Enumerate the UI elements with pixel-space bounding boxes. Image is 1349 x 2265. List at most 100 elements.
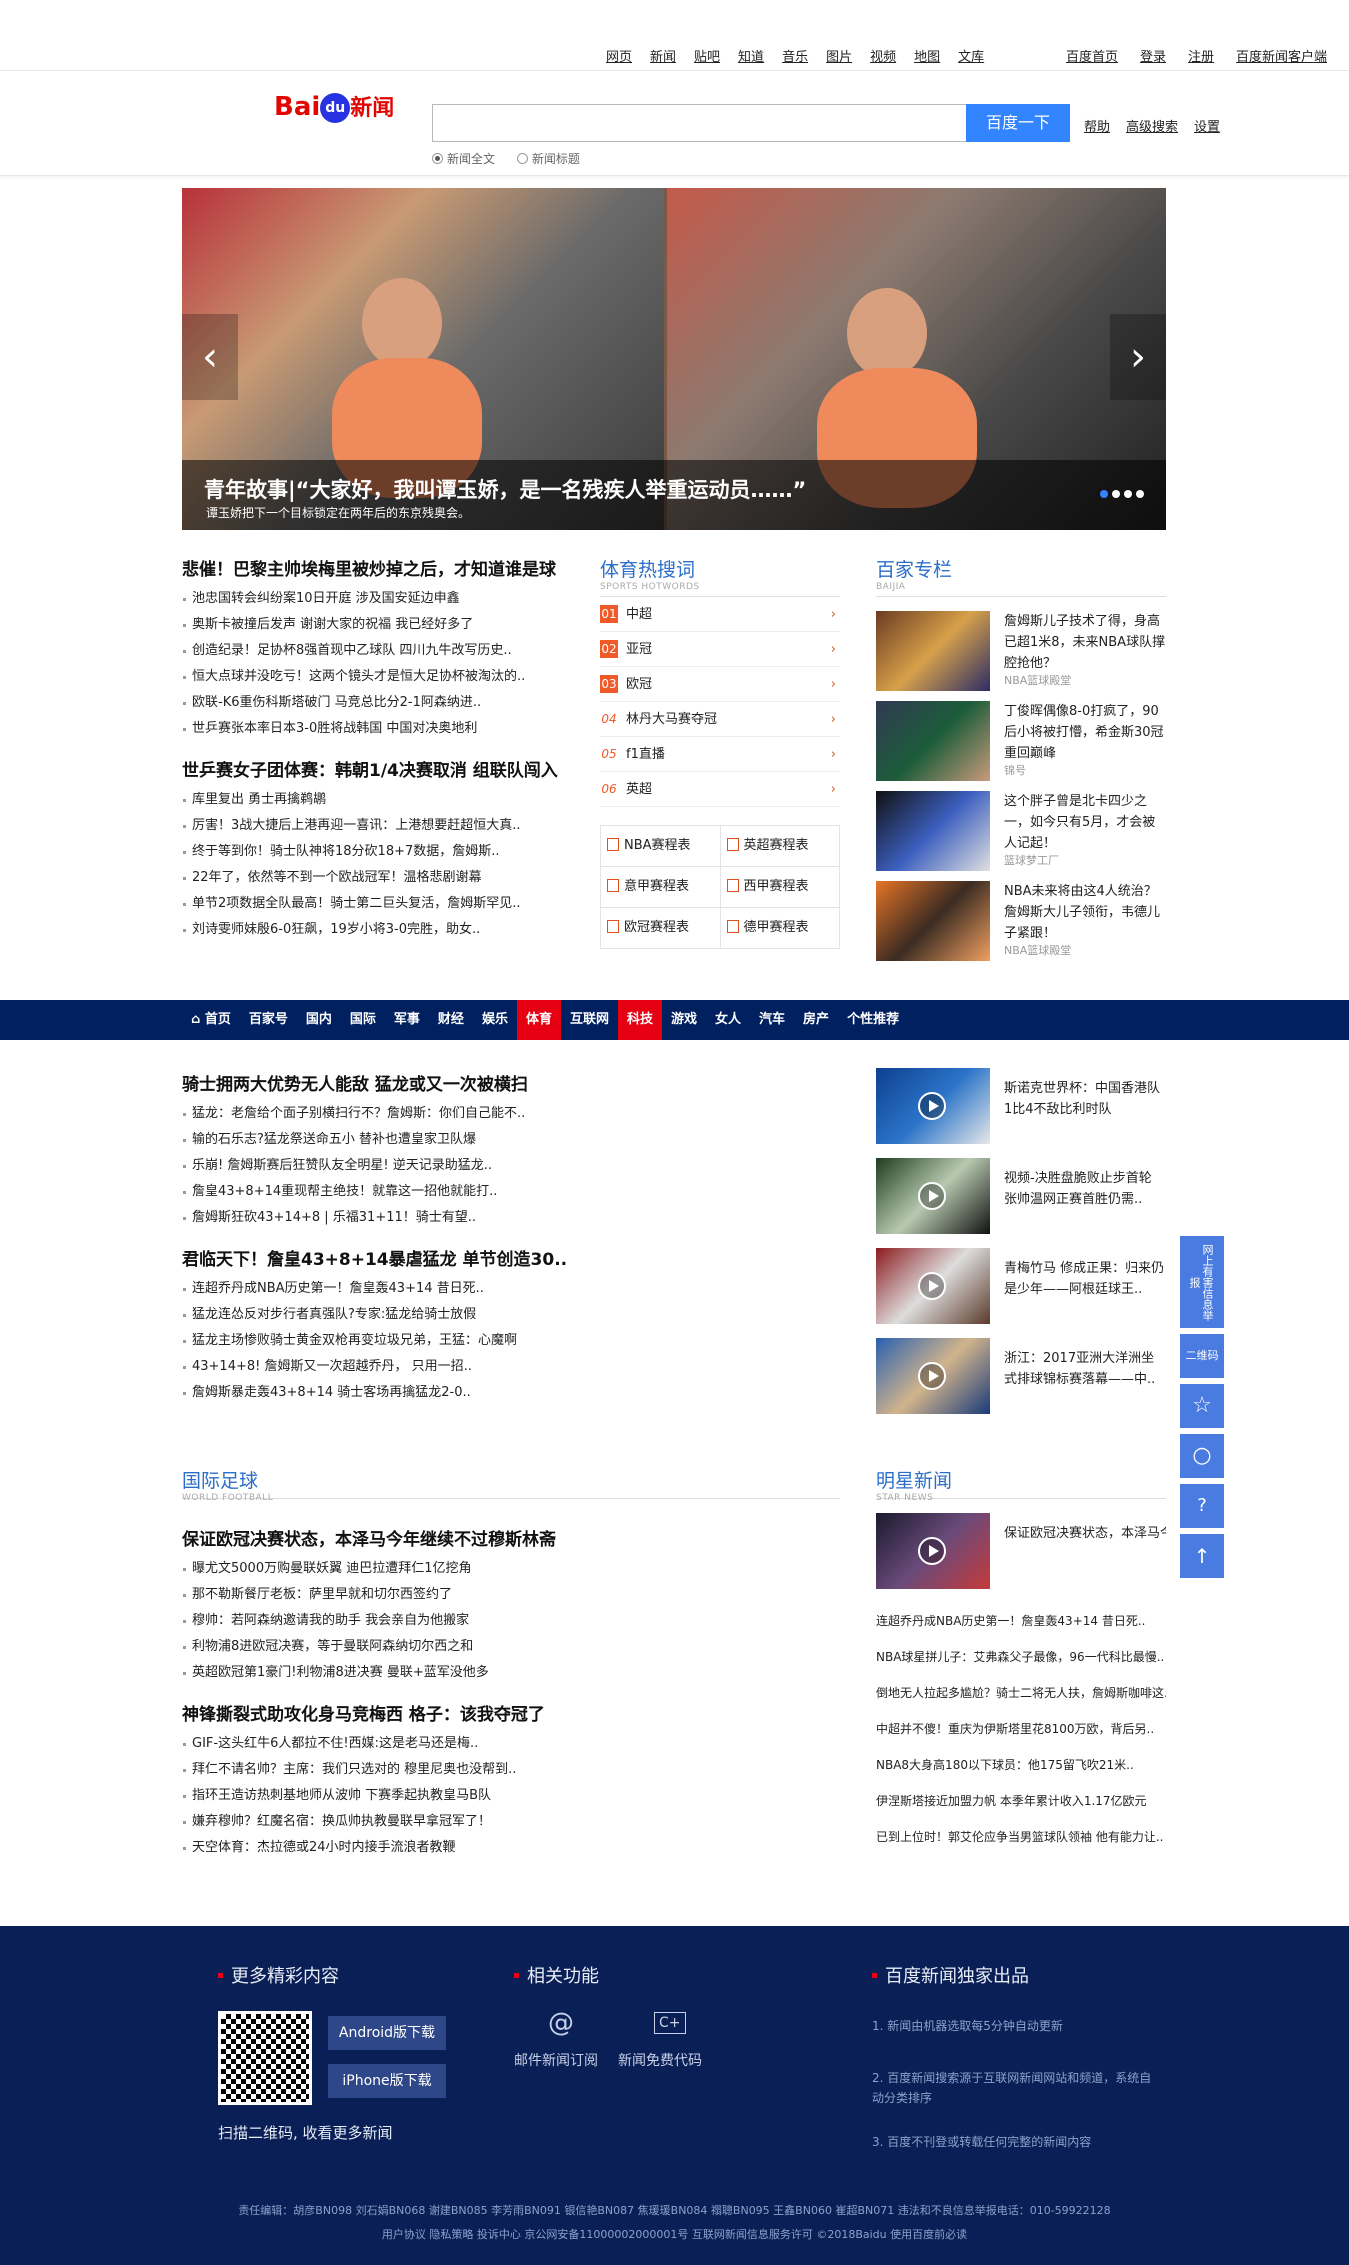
- schedule-link[interactable]: 英超赛程表: [721, 826, 840, 866]
- list-item[interactable]: 穆帅：若阿森纳邀请我的助手 我会亲自为他搬家: [182, 1608, 602, 1634]
- channel-item-active[interactable]: 体育: [516, 1000, 561, 1040]
- list-item[interactable]: 欧联-K6重伤科斯塔破门 马竞总比分2-1阿森纳进..: [182, 690, 582, 716]
- headline-carousel[interactable]: ‹ › 青年故事|“大家好，我叫谭玉娇，是一名残疾人举重运动员……” 谭玉娇把下…: [182, 188, 1166, 530]
- list-item[interactable]: 曝尤文5000万购曼联妖翼 迪巴拉遭拜仁1亿挖角: [182, 1556, 602, 1582]
- headline[interactable]: 君临天下！詹皇43+8+14暴虐猛龙 单节创造30..: [182, 1245, 582, 1270]
- list-item[interactable]: 猛龙主场惨败骑士黄金双枪再变垃圾兄弟，王猛：心魔啊: [182, 1328, 582, 1354]
- list-item[interactable]: 詹姆斯暴走轰43+8+14 骑士客场再擒猛龙2-0..: [182, 1380, 582, 1406]
- advanced-search-link[interactable]: 高级搜索: [1126, 120, 1178, 135]
- feedback-icon[interactable]: ?: [1180, 1484, 1224, 1528]
- list-item[interactable]: 乐崩! 詹姆斯赛后狂赞队友全明星! 逆天记录助猛龙..: [182, 1153, 582, 1179]
- schedule-link[interactable]: 意甲赛程表: [601, 867, 721, 907]
- carousel-dot[interactable]: [1136, 490, 1144, 498]
- settings-link[interactable]: 设置: [1194, 120, 1220, 135]
- headline[interactable]: 保证欧冠决赛状态，本泽马今年继续不过穆斯林斋: [182, 1525, 602, 1550]
- video-item[interactable]: 浙江：2017亚洲大洋洲坐式排球锦标赛落幕——中..: [876, 1338, 1166, 1414]
- video-item[interactable]: 视频-决胜盘脆败止步首轮 张帅温网正赛首胜仍需..: [876, 1158, 1166, 1234]
- baidu-news-logo[interactable]: Bai du 新闻: [274, 90, 394, 123]
- channel-item-highlight[interactable]: 科技: [617, 1000, 662, 1040]
- list-item[interactable]: 猛龙：老詹给个面子别横扫行不？詹姆斯：你们自己能不..: [182, 1101, 582, 1127]
- list-item[interactable]: 终于等到你！骑士队神将18分砍18+7数据，詹姆斯..: [182, 839, 582, 865]
- headline[interactable]: 骑士拥两大优势无人能敌 猛龙或又一次被横扫: [182, 1070, 582, 1095]
- channel-home[interactable]: ⌂ 首页: [182, 1000, 240, 1040]
- channel-item[interactable]: 娱乐: [473, 1000, 517, 1040]
- carousel-prev-icon[interactable]: ‹: [182, 314, 238, 400]
- schedule-link[interactable]: 西甲赛程表: [721, 867, 840, 907]
- video-item[interactable]: 保证欧冠决赛状态，本泽马今年继续不过穆斯林斋: [876, 1513, 1166, 1589]
- carousel-title[interactable]: 青年故事|“大家好，我叫谭玉娇，是一名残疾人举重运动员……”: [204, 474, 806, 504]
- nav-wenku[interactable]: 文库: [958, 50, 984, 65]
- list-item[interactable]: 嫌弃穆帅？红魔名宿：换瓜帅执教曼联早拿冠军了！: [182, 1809, 602, 1835]
- star-icon[interactable]: ☆: [1180, 1384, 1224, 1428]
- list-item[interactable]: 伊涅斯塔接近加盟力帆 本季年累计收入1.17亿欧元: [876, 1783, 1166, 1819]
- nav-news[interactable]: 新闻: [650, 50, 676, 65]
- mail-icon[interactable]: @: [548, 2008, 574, 2038]
- headline[interactable]: 世乒赛女子团体赛：韩朝1/4决赛取消 组联队闯入: [182, 756, 582, 781]
- list-item[interactable]: 指环王造访热刺基地师从波帅 下赛季起执教皇马B队: [182, 1783, 602, 1809]
- login-link[interactable]: 登录: [1140, 50, 1166, 65]
- hotword-item[interactable]: 04 林丹大马赛夺冠 ›: [600, 702, 840, 737]
- channel-item[interactable]: 个性推荐: [838, 1000, 908, 1040]
- nav-video[interactable]: 视频: [870, 50, 896, 65]
- free-code-link[interactable]: 新闻免费代码: [618, 2050, 702, 2070]
- list-item[interactable]: 池忠国转会纠纷案10日开庭 涉及国安延边申鑫: [182, 586, 582, 612]
- nav-tieba[interactable]: 贴吧: [694, 50, 720, 65]
- nav-zhidao[interactable]: 知道: [738, 50, 764, 65]
- schedule-link[interactable]: NBA赛程表: [601, 826, 721, 866]
- list-item[interactable]: 拜仁不请名帅？主席：我们只选对的 穆里尼奥也没帮到..: [182, 1757, 602, 1783]
- list-item[interactable]: 连超乔丹成NBA历史第一！詹皇轰43+14 昔日死..: [182, 1276, 582, 1302]
- list-item[interactable]: 连超乔丹成NBA历史第一！詹皇轰43+14 昔日死..: [876, 1603, 1166, 1639]
- android-download-button[interactable]: Android版下载: [328, 2016, 446, 2050]
- search-icon[interactable]: ○: [1180, 1434, 1224, 1478]
- nav-images[interactable]: 图片: [826, 50, 852, 65]
- qrcode-icon[interactable]: 二维码: [1180, 1334, 1224, 1378]
- video-item[interactable]: 青梅竹马 修成正果：归来仍是少年——阿根廷球王..: [876, 1248, 1166, 1324]
- channel-item[interactable]: 房产: [794, 1000, 838, 1040]
- search-input[interactable]: [432, 104, 968, 142]
- list-item[interactable]: 厉害！3战大捷后上港再迎一喜讯：上港想要赶超恒大真..: [182, 813, 582, 839]
- list-item[interactable]: 猛龙连怂反对步行者真强队?专家:猛龙给骑士放假: [182, 1302, 582, 1328]
- legal-links[interactable]: 用户协议 隐私策略 投诉中心 京公网安备11000002000001号 互联网新…: [0, 2226, 1349, 2242]
- carousel-dot[interactable]: [1112, 490, 1120, 498]
- schedule-link[interactable]: 欧冠赛程表: [601, 908, 721, 948]
- headline[interactable]: 神锋撕裂式助攻化身马竞梅西 格子：该我夺冠了: [182, 1700, 602, 1725]
- channel-item[interactable]: 汽车: [750, 1000, 794, 1040]
- list-item[interactable]: 已到上位时！郭艾伦应争当男篮球队领袖 他有能力让..: [876, 1819, 1166, 1855]
- baijia-item[interactable]: NBA未来将由这4人统治？詹姆斯大儿子领衔，韦德儿子紧跟！ NBA篮球殿堂: [876, 881, 1166, 961]
- list-item[interactable]: 詹皇43+8+14重现帮主绝技！就靠这一招他就能打..: [182, 1179, 582, 1205]
- list-item[interactable]: 恒大点球并没吃亏！这两个镜头才是恒大足协杯被淘汰的..: [182, 664, 582, 690]
- schedule-link[interactable]: 德甲赛程表: [721, 908, 840, 948]
- list-item[interactable]: 英超欧冠第1豪门!利物浦8进决赛 曼联+蓝军没他多: [182, 1660, 602, 1686]
- list-item[interactable]: 创造纪录！足协杯8强首现中乙球队 四川九牛改写历史..: [182, 638, 582, 664]
- hotword-item[interactable]: 03 欧冠 ›: [600, 667, 840, 702]
- list-item[interactable]: NBA8大身高180以下球员：他175留飞吹21米..: [876, 1747, 1166, 1783]
- report-button[interactable]: 网上有害信息举报: [1180, 1236, 1224, 1328]
- baijia-item[interactable]: 丁俊晖偶像8-0打疯了，90后小将被打懵，希金斯30冠重回巅峰 锦号: [876, 701, 1166, 781]
- nav-music[interactable]: 音乐: [782, 50, 808, 65]
- list-item[interactable]: 输的石乐志?猛龙祭送命五小 替补也遭皇家卫队爆: [182, 1127, 582, 1153]
- carousel-next-icon[interactable]: ›: [1110, 314, 1166, 400]
- list-item[interactable]: 世乒赛张本率日本3-0胜将战韩国 中国对决奥地利: [182, 716, 582, 742]
- list-item[interactable]: 43+14+8! 詹姆斯又一次超越乔丹， 只用一招..: [182, 1354, 582, 1380]
- channel-item[interactable]: 女人: [706, 1000, 750, 1040]
- channel-item[interactable]: 军事: [385, 1000, 429, 1040]
- iphone-download-button[interactable]: iPhone版下载: [328, 2064, 446, 2098]
- client-link[interactable]: 百度新闻客户端: [1236, 50, 1327, 65]
- hotword-item[interactable]: 02 亚冠 ›: [600, 632, 840, 667]
- list-item[interactable]: 刘诗雯师妹殷6-0狂飙，19岁小将3-0完胜，助女..: [182, 917, 582, 943]
- list-item[interactable]: 单节2项数据全队最高！骑士第二巨头复活，詹姆斯罕见..: [182, 891, 582, 917]
- list-item[interactable]: 倒地无人拉起多尴尬？骑士二将无人扶，詹姆斯咖啡这..: [876, 1675, 1166, 1711]
- search-button[interactable]: 百度一下: [966, 104, 1070, 142]
- list-item[interactable]: 库里复出 勇士再擒鹈鹕: [182, 787, 582, 813]
- nav-web[interactable]: 网页: [606, 50, 632, 65]
- hotword-item[interactable]: 06 英超 ›: [600, 772, 840, 807]
- channel-item[interactable]: 国际: [341, 1000, 385, 1040]
- carousel-dot[interactable]: [1124, 490, 1132, 498]
- hotword-item[interactable]: 05 f1直播 ›: [600, 737, 840, 772]
- list-item[interactable]: 利物浦8进欧冠决赛，等于曼联阿森纳切尔西之和: [182, 1634, 602, 1660]
- video-item[interactable]: 斯诺克世界杯：中国香港队1比4不敌比利时队: [876, 1068, 1166, 1144]
- radio-title[interactable]: 新闻标题: [516, 152, 580, 166]
- hotword-item[interactable]: 01 中超 ›: [600, 597, 840, 632]
- headline[interactable]: 悲催！巴黎主帅埃梅里被炒掉之后，才知道谁是球: [182, 555, 582, 580]
- channel-item[interactable]: 百家号: [240, 1000, 297, 1040]
